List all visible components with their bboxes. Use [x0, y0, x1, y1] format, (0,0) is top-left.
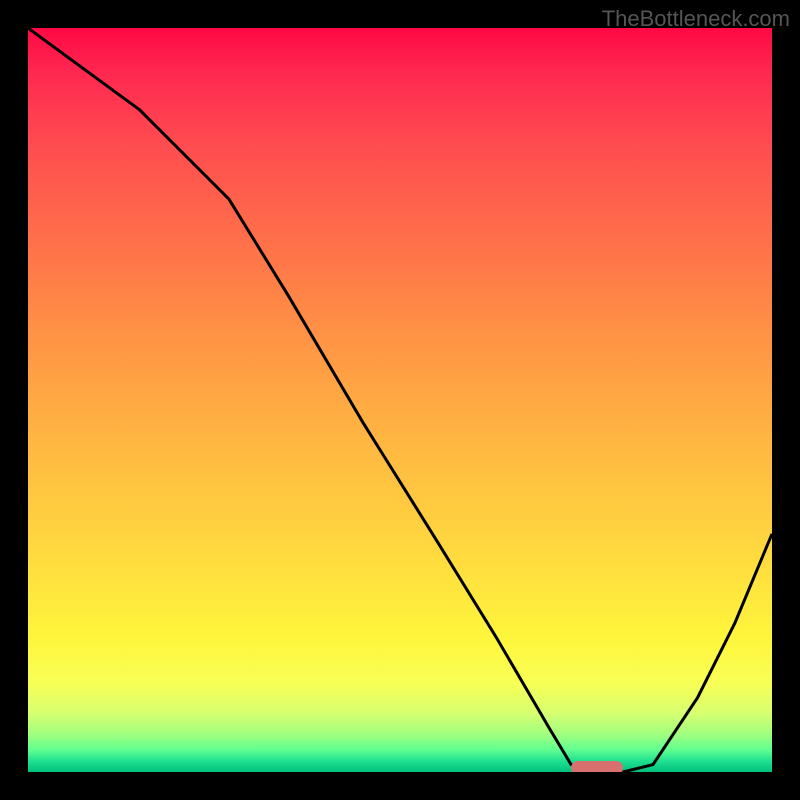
bottleneck-curve: [28, 28, 772, 772]
plot-frame: [28, 28, 772, 772]
plot-area: [28, 28, 772, 772]
optimal-range-marker: [571, 761, 623, 772]
watermark-text: TheBottleneck.com: [602, 6, 790, 32]
